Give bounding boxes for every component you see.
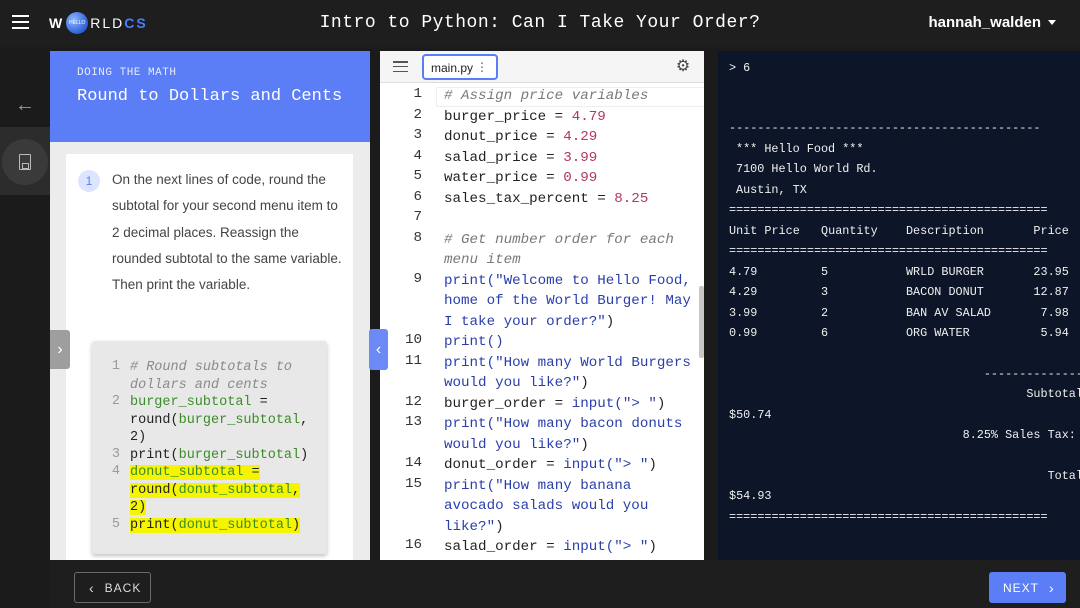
file-menu-icon[interactable] [393, 61, 408, 72]
code-line-4-highlighted: donut_subtotal = round(donut_subtotal, 2) [130, 465, 301, 515]
back-arrow-icon[interactable]: ← [15, 94, 35, 117]
console-line: 8.25% Sales Tax: $4.19 [729, 428, 1080, 442]
console-line: 4.79 5 WRLD BURGER 23.95 [729, 265, 1069, 279]
caret-down-icon [1048, 20, 1056, 25]
console-line: Subtotal: [729, 387, 1080, 401]
console-output[interactable]: > 6 ------------------------------------… [718, 51, 1080, 560]
code-area[interactable]: 1 # Assign price variables 2 burger_price … [380, 83, 704, 560]
gear-icon[interactable]: ⚙ [674, 58, 692, 76]
lesson-nav-button[interactable] [0, 127, 50, 195]
user-menu[interactable]: hannah_walden [928, 14, 1056, 31]
code-editor[interactable]: main.py ⋮ ⚙ 1 # Assign price variables 2b… [380, 51, 704, 560]
lesson-circle [2, 139, 48, 185]
code-line: print("How many banana avocado salads wo… [444, 477, 649, 535]
code-line-3: print(burger_subtotal) [130, 448, 309, 463]
expand-panel-tab[interactable]: › [50, 330, 70, 369]
console-line: *** Hello Food *** [736, 142, 864, 156]
code-comment: # Round subtotals to dollars and cents [130, 360, 293, 393]
console-line: -------------------- [983, 367, 1080, 381]
instructions-header: DOING THE MATH Round to Dollars and Cent… [50, 51, 370, 142]
console-line: 7100 Hello World Rd. [736, 162, 878, 176]
code-line: donut_order = input("> ") [444, 457, 657, 473]
console-line: Unit Price Quantity Description Price [729, 224, 1069, 238]
next-button[interactable]: NEXT › [989, 572, 1066, 603]
chevron-left-icon: ‹ [89, 579, 95, 596]
code-line: water_price = 0.99 [444, 170, 598, 186]
step-number: 1 [78, 170, 100, 192]
code-line: salad_order = input("> ") [444, 539, 657, 555]
code-line: burger_order = input("> ") [444, 395, 666, 412]
console-line: ========================================… [729, 203, 1048, 217]
code-line: print("How many World Burgers would you … [444, 354, 691, 392]
editor-toolbar: main.py ⋮ ⚙ [380, 51, 704, 83]
collapse-panel-tab[interactable]: ‹ [369, 329, 388, 370]
page-title: Intro to Python: Can I Take Your Order? [319, 13, 761, 33]
console-line: ========================================… [729, 510, 1048, 524]
code-line: salad_price = 3.99 [444, 149, 598, 166]
code-line-5-highlighted: print(donut_subtotal) [130, 518, 301, 533]
console-line: 0.99 6 ORG WATER 5.94 [729, 326, 1069, 340]
code-line: print("Welcome to Hello Food, home of th… [444, 272, 691, 330]
chevron-right-icon: › [1049, 579, 1055, 596]
code-line: # Assign price variables [444, 88, 649, 104]
code-line: sales_tax_percent = 8.25 [444, 190, 649, 207]
console-line: Total: [729, 469, 1080, 483]
panel-divider[interactable] [704, 51, 718, 560]
console-line: ========================================… [729, 244, 1048, 258]
code-line: burger_price = 4.79 [444, 108, 606, 125]
panel-divider[interactable] [370, 51, 380, 560]
top-bar: W HELLO RLD CS Intro to Python: Can I Ta… [0, 0, 1080, 47]
code-line: print("How many bacon donuts would you l… [444, 416, 683, 453]
back-button[interactable]: ‹ BACK [74, 572, 151, 603]
document-icon [19, 154, 31, 170]
code-line-2: burger_subtotal = round(burger_subtotal, 2… [130, 395, 309, 445]
section-eyebrow: DOING THE MATH [77, 67, 177, 79]
example-code-box: 1 # Round subtotals to dollars and cents… [92, 341, 327, 554]
console-line: $50.74 [729, 408, 772, 422]
console-line: Austin, TX [736, 183, 807, 197]
console-line: > 6 [729, 61, 751, 75]
lesson-title: Round to Dollars and Cents [77, 87, 343, 106]
code-line: donut_price = 4.29 [444, 129, 598, 145]
console-line: 4.29 3 BACON DONUT 12.87 [729, 285, 1069, 299]
bottom-bar [50, 560, 1080, 608]
left-rail: ← [0, 47, 50, 560]
console-line: 3.99 2 BAN AV SALAD 7.98 [729, 306, 1069, 320]
file-tab-main[interactable]: main.py ⋮ [422, 54, 498, 80]
more-options-icon[interactable]: ⋮ [476, 60, 488, 74]
code-line: print() [444, 334, 504, 350]
step-text: On the next lines of code, round the sub… [112, 172, 342, 293]
console-line: $54.93 [729, 489, 772, 503]
code-line: # Get number order for each menu item [444, 231, 674, 269]
console-line: ----------------------------------------… [729, 121, 1041, 135]
username: hannah_walden [928, 14, 1041, 31]
